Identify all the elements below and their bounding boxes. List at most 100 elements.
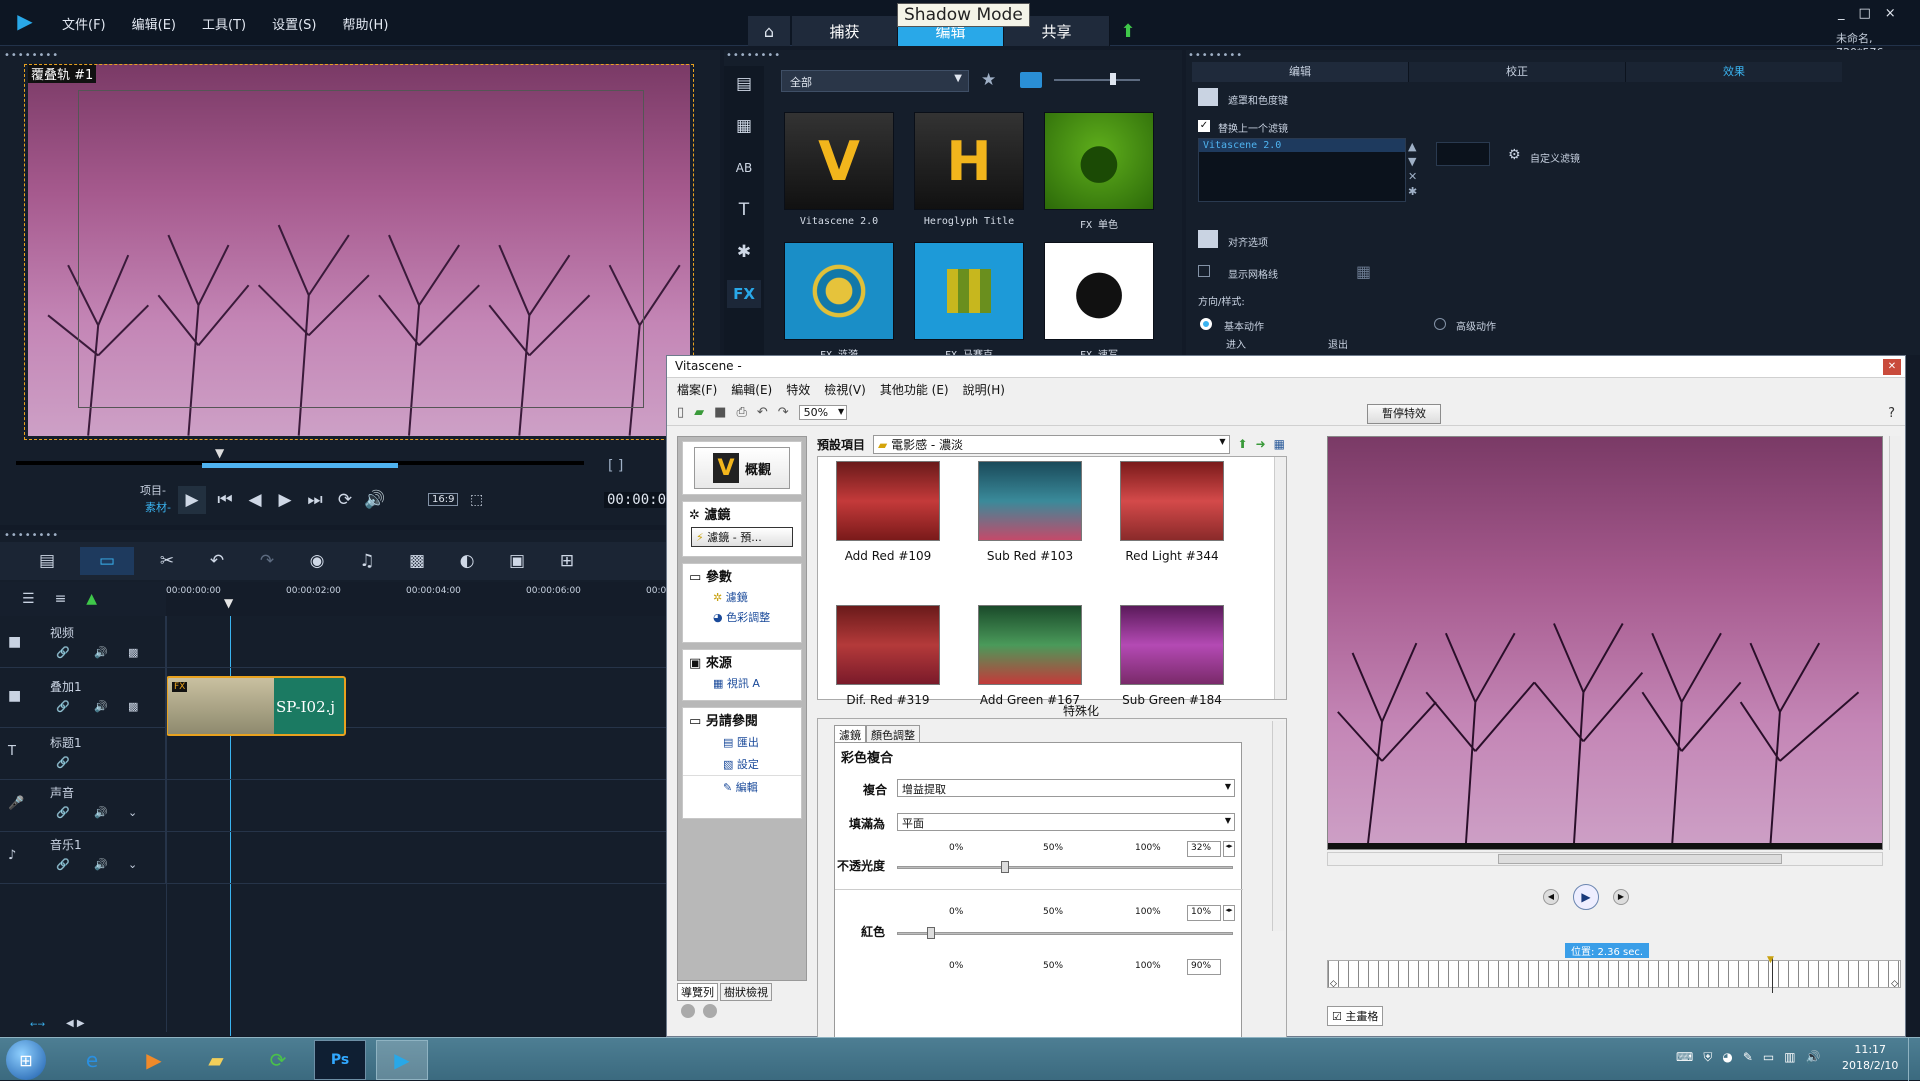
go-icon[interactable]: ➜ <box>1256 437 1266 451</box>
cursor-handle[interactable]: ▼ <box>1767 955 1774 965</box>
thumbnail-view-icon[interactable] <box>1020 72 1042 88</box>
ripple-icon[interactable]: ▩ <box>128 700 138 713</box>
maximize-button[interactable]: □ <box>1859 6 1871 21</box>
repeat-icon[interactable]: ⟳ <box>334 486 356 514</box>
home-button[interactable]: ⌂ <box>748 16 790 46</box>
zoom-select[interactable]: 50% ▼ <box>798 405 848 420</box>
sync-icon[interactable]: ⟳ <box>252 1040 304 1080</box>
tab-tree-view[interactable]: 樹狀檢視 <box>720 983 772 1001</box>
next-frame-icon[interactable]: ▶ <box>274 486 296 514</box>
fill-select[interactable]: 平面 ▼ <box>897 813 1235 831</box>
filter-preset-button[interactable]: ⚡ 濾鏡 - 預... <box>691 527 793 547</box>
fx-item-mosaic[interactable]: FX 马赛克 <box>904 242 1034 362</box>
mute-icon[interactable]: 🔊 <box>94 806 108 819</box>
param-color-link[interactable]: ◕ 色彩調整 <box>683 607 801 627</box>
redo-icon[interactable]: ↷ <box>778 405 789 420</box>
show-desktop-button[interactable] <box>1908 1038 1920 1081</box>
mark-in-out[interactable]: [ ] <box>608 458 623 474</box>
preset-item[interactable]: Add Red #109 <box>836 461 940 563</box>
project-mode-label[interactable]: 项目- <box>140 482 166 498</box>
grid-options-icon[interactable]: ▦ <box>1356 262 1371 281</box>
edit-link[interactable]: ✎ 編輯 <box>683 775 801 798</box>
expand-icon[interactable]: ⌄ <box>128 858 137 871</box>
blend-select[interactable]: 增益提取 ▼ <box>897 779 1235 797</box>
scrubber-handle[interactable]: ▼ <box>215 446 224 460</box>
shield-icon[interactable]: ⛨ <box>1703 1050 1712 1065</box>
panel-grip[interactable]: •••••••• <box>4 530 59 541</box>
preset-select[interactable]: ▰ 電影感 - 濃淡 ▼ <box>873 434 1230 454</box>
save-file-icon[interactable]: ■ <box>714 405 726 420</box>
panel-grip[interactable]: •••••••• <box>726 50 781 61</box>
play-icon[interactable]: ▶ <box>178 486 206 514</box>
custom-filter-icon[interactable]: ⚙ <box>1508 147 1521 163</box>
preview-vscroll[interactable] <box>1889 436 1901 850</box>
videostudio-icon[interactable]: ▶ <box>376 1040 428 1080</box>
preset-item[interactable]: Dif. Red #319 <box>836 605 940 707</box>
media-icon[interactable]: ▤ <box>727 70 761 98</box>
ripple-icon[interactable]: ▩ <box>128 646 138 659</box>
link-icon[interactable]: 🔗 <box>56 700 70 713</box>
minimize-button[interactable]: _ <box>1838 6 1845 21</box>
mask-chroma-label[interactable]: 遮罩和色度键 <box>1228 92 1288 107</box>
preset-item[interactable]: Add Green #167 <box>978 605 1082 707</box>
custom-filter-label[interactable]: 自定义滤镜 <box>1530 150 1580 165</box>
mute-icon[interactable]: 🔊 <box>94 700 108 713</box>
folder-up-icon[interactable]: ⬆ <box>1238 437 1248 451</box>
source-video-link[interactable]: ▦ 視訊 A <box>683 673 801 693</box>
delete-filter-icon[interactable]: ✕ <box>1408 170 1417 183</box>
show-grid-checkbox[interactable] <box>1198 265 1210 277</box>
photoshop-icon[interactable]: Ps <box>314 1040 366 1080</box>
add-favorite-icon[interactable]: ★ <box>981 70 996 90</box>
start-button[interactable]: ⊞ <box>6 1040 46 1080</box>
multi-view-icon[interactable]: ⊞ <box>550 547 584 575</box>
open-file-icon[interactable]: ▰ <box>694 405 704 420</box>
vs-menu-edit[interactable]: 編輯(E) <box>731 381 772 397</box>
link-icon[interactable]: 🔗 <box>56 858 70 871</box>
add-track-icon[interactable]: ≡ <box>55 591 67 607</box>
link-icon[interactable]: 🔗 <box>56 756 70 769</box>
fx-item-ripple[interactable]: FX 涟漪 <box>774 242 904 362</box>
network-icon[interactable]: ▥ <box>1784 1050 1795 1065</box>
align-options-label[interactable]: 对齐选项 <box>1228 234 1268 249</box>
export-link[interactable]: ▤ 匯出 <box>683 731 801 753</box>
storyboard-view-icon[interactable]: ▤ <box>30 547 64 575</box>
new-file-icon[interactable]: ▯ <box>677 405 684 420</box>
print-icon[interactable]: ⎙ <box>736 405 746 420</box>
move-down-icon[interactable]: ▼ <box>1408 155 1417 168</box>
skip-end-icon[interactable]: ⏭ <box>304 486 326 514</box>
keyframe-timeline[interactable]: ▼ ◇ ◇ <box>1327 955 1901 993</box>
monitor-icon[interactable]: ▭ <box>1763 1050 1774 1065</box>
red-value-input[interactable]: 10% <box>1187 905 1221 921</box>
prev-frame-icon[interactable]: ◀ <box>244 486 266 514</box>
zoom-fit-button[interactable]: ←→ <box>30 1020 45 1030</box>
replace-filter-checkbox[interactable]: ✓ <box>1198 120 1210 132</box>
hscroll-thumb[interactable] <box>1498 854 1782 864</box>
move-up-icon[interactable]: ▲ <box>1408 140 1417 153</box>
advanced-motion-radio[interactable] <box>1434 318 1446 330</box>
settings-link[interactable]: ▧ 設定 <box>683 753 801 775</box>
library-filter-select[interactable]: 全部 ▼ <box>781 70 969 92</box>
preset-dropdown[interactable] <box>1436 142 1490 166</box>
clip-mode-label[interactable]: 素材- <box>145 499 171 515</box>
vs-menu-file[interactable]: 檔案(F) <box>677 381 717 397</box>
menu-file[interactable]: 文件(F) <box>62 14 106 33</box>
tab-capture[interactable]: 捕获 <box>792 16 898 46</box>
vs-menu-help[interactable]: 說明(H) <box>963 381 1005 397</box>
play-icon[interactable]: ▶ <box>1573 884 1599 910</box>
preset-item[interactable]: Red Light #344 <box>1120 461 1224 563</box>
panel-grip[interactable]: •••••••• <box>4 50 59 61</box>
title-icon[interactable]: T <box>727 196 761 224</box>
preset-item[interactable]: Sub Red #103 <box>978 461 1082 563</box>
overlay-clip[interactable]: FX SP-I02.j <box>166 676 346 736</box>
opacity-slider-handle[interactable] <box>1000 861 1009 873</box>
graphic-icon[interactable]: ✱ <box>727 238 761 266</box>
track-manager-icon[interactable]: ☰ <box>22 591 35 607</box>
keyframe-end-icon[interactable]: ◇ <box>1891 979 1898 989</box>
menu-settings[interactable]: 设置(S) <box>272 14 316 33</box>
volume-icon[interactable]: 🔊 <box>1806 1050 1821 1065</box>
grid-view-icon[interactable]: ▦ <box>1274 437 1285 451</box>
instant-project-icon[interactable]: ▦ <box>727 112 761 140</box>
time-ruler[interactable]: 00:00:00:00 00:00:02:00 00:00:04:00 00:0… <box>166 582 666 616</box>
fx-item-sketch[interactable]: ● FX 速写 <box>1034 242 1164 362</box>
subtitle-editor-icon[interactable]: ◐ <box>450 547 484 575</box>
